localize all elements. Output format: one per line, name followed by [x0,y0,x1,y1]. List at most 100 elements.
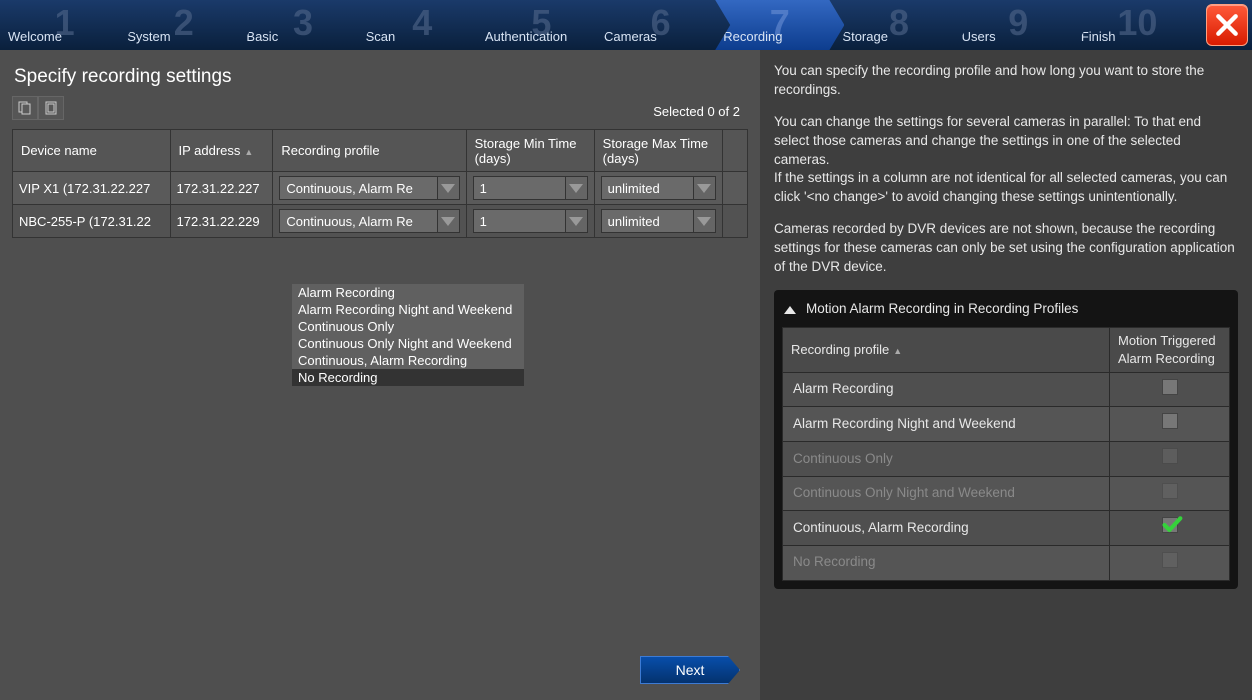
cell-profile: Continuous, Alarm Re [273,172,466,205]
dropdown-option[interactable]: Continuous, Alarm Recording [292,352,524,369]
profile-row: No Recording [783,545,1230,580]
dropdown-caret[interactable] [693,210,715,232]
wizard-step-scan[interactable]: 4 Scan [358,0,487,50]
cell-max: unlimited [594,172,722,205]
cell-ip-address: 172.31.22.227 [170,172,273,205]
wizard-step-label: Finish [1081,29,1116,44]
help-text-2a: You can change the settings for several … [774,114,1201,166]
chevron-down-icon [697,184,711,193]
wizard-step-basic[interactable]: 3 Basic [238,0,367,50]
wizard-step-finish[interactable]: 10Finish [1073,0,1202,50]
wizard-step-recording[interactable]: 7Recording [715,0,844,50]
cell-spacer [722,205,747,238]
col-device-name[interactable]: Device name [13,130,171,172]
wizard-step-system[interactable]: 2System [119,0,248,50]
motion-alarm-panel: Motion Alarm Recording in Recording Prof… [774,290,1238,588]
chevron-down-icon [569,217,583,226]
profile-name: Continuous, Alarm Recording [783,511,1110,546]
motion-checkbox[interactable] [1162,413,1178,429]
help-text-1: You can specify the recording profile an… [774,62,1238,99]
dropdown-caret[interactable] [437,210,459,232]
copy-button[interactable] [12,96,38,120]
close-button[interactable] [1206,4,1248,46]
wizard-step-label: Scan [366,29,396,44]
motion-checkbox [1162,448,1178,464]
col-storage-max[interactable]: Storage Max Time (days) [594,130,722,172]
dropdown-option[interactable]: Alarm Recording Night and Weekend [292,301,524,318]
profile-name: Continuous Only Night and Weekend [783,476,1110,511]
next-button[interactable]: Next [640,656,740,684]
col-recording-profile[interactable]: Recording profile [273,130,466,172]
wizard-step-authentication[interactable]: 5Authentication [477,0,606,50]
profile-name: Alarm Recording [783,372,1110,407]
dropdown-value: Continuous, Alarm Re [280,181,436,196]
dropdown-caret[interactable] [565,210,587,232]
motion-checkbox [1162,552,1178,568]
sort-ascending-icon: ▲ [893,346,902,356]
table-row[interactable]: NBC-255-P (172.31.22172.31.22.229Continu… [13,205,748,238]
storage-min-select[interactable]: 1 [473,209,588,233]
selection-status: Selected 0 of 2 [653,104,740,119]
profile-row: Continuous Only [783,442,1230,477]
cell-device-name: NBC-255-P (172.31.22 [13,205,171,238]
recording-profile-dropdown-list[interactable]: Alarm RecordingAlarm Recording Night and… [292,284,524,386]
table-row[interactable]: VIP X1 (172.31.22.227172.31.22.227 Contin… [13,172,748,205]
dropdown-caret[interactable] [437,177,459,199]
chevron-down-icon [569,184,583,193]
motion-checkbox[interactable] [1162,379,1178,395]
profile-motion-cell [1110,545,1230,580]
dropdown-option[interactable]: Continuous Only [292,318,524,335]
wizard-step-label: Cameras [604,29,657,44]
wizard-step-storage[interactable]: 8Storage [834,0,963,50]
col-ip-address[interactable]: IP address▲ [170,130,273,172]
storage-max-select[interactable]: unlimited [601,209,716,233]
dropdown-option[interactable]: Continuous Only Night and Weekend [292,335,524,352]
wizard-step-label: Basic [246,29,278,44]
cell-profile: Continuous, Alarm Re [273,205,466,238]
profile-row: Alarm Recording Night and Weekend [783,407,1230,442]
wizard-step-number: 4 [412,2,432,44]
wizard-step-label: Users [962,29,996,44]
wizard-step-label: Authentication [485,29,567,44]
close-icon [1214,12,1240,38]
profile-row: Alarm Recording [783,372,1230,407]
wizard-step-users[interactable]: 9 Users [954,0,1083,50]
profiles-table: Recording profile▲ Motion Triggered Alar… [782,327,1230,581]
chevron-down-icon [697,217,711,226]
recording-profile-select[interactable]: Continuous, Alarm Re [279,209,459,233]
help-text-2: You can change the settings for several … [774,113,1238,206]
motion-checkbox[interactable] [1162,517,1178,533]
dropdown-option[interactable]: Alarm Recording [292,284,524,301]
dropdown-caret[interactable] [565,177,587,199]
cell-device-name: VIP X1 (172.31.22.227 [13,172,171,205]
profile-name: Continuous Only [783,442,1110,477]
check-icon [1161,515,1183,535]
dropdown-value: 1 [474,181,565,196]
wizard-step-welcome[interactable]: 1Welcome [0,0,129,50]
help-panel: You can specify the recording profile an… [760,50,1252,700]
dropdown-caret[interactable] [693,177,715,199]
chevron-down-icon [441,184,455,193]
recording-profile-select[interactable]: Continuous, Alarm Re [279,176,459,200]
profile-name: No Recording [783,545,1110,580]
profile-row: Continuous Only Night and Weekend [783,476,1230,511]
wizard-step-label: Welcome [8,29,62,44]
storage-min-select[interactable]: 1 [473,176,588,200]
paste-button[interactable] [38,96,64,120]
wizard-step-number: 3 [293,2,313,44]
cameras-table: Device name IP address▲ Recording profil… [12,129,748,238]
wizard-step-label: Storage [842,29,888,44]
storage-max-select[interactable]: unlimited [601,176,716,200]
profiles-col-name[interactable]: Recording profile▲ [783,327,1110,372]
motion-alarm-panel-header[interactable]: Motion Alarm Recording in Recording Prof… [782,298,1230,327]
help-text-2b: If the settings in a column are not iden… [774,170,1227,204]
dropdown-option[interactable]: No Recording [292,369,524,386]
cell-min: 1 [466,172,594,205]
profiles-col-motion[interactable]: Motion Triggered Alarm Recording [1110,327,1230,372]
wizard-step-label: Recording [723,29,782,44]
wizard-step-number: 9 [1008,2,1028,44]
wizard-step-cameras[interactable]: 6Cameras [596,0,725,50]
col-storage-min[interactable]: Storage Min Time (days) [466,130,594,172]
wizard-step-label: System [127,29,170,44]
dropdown-value: 1 [474,214,565,229]
